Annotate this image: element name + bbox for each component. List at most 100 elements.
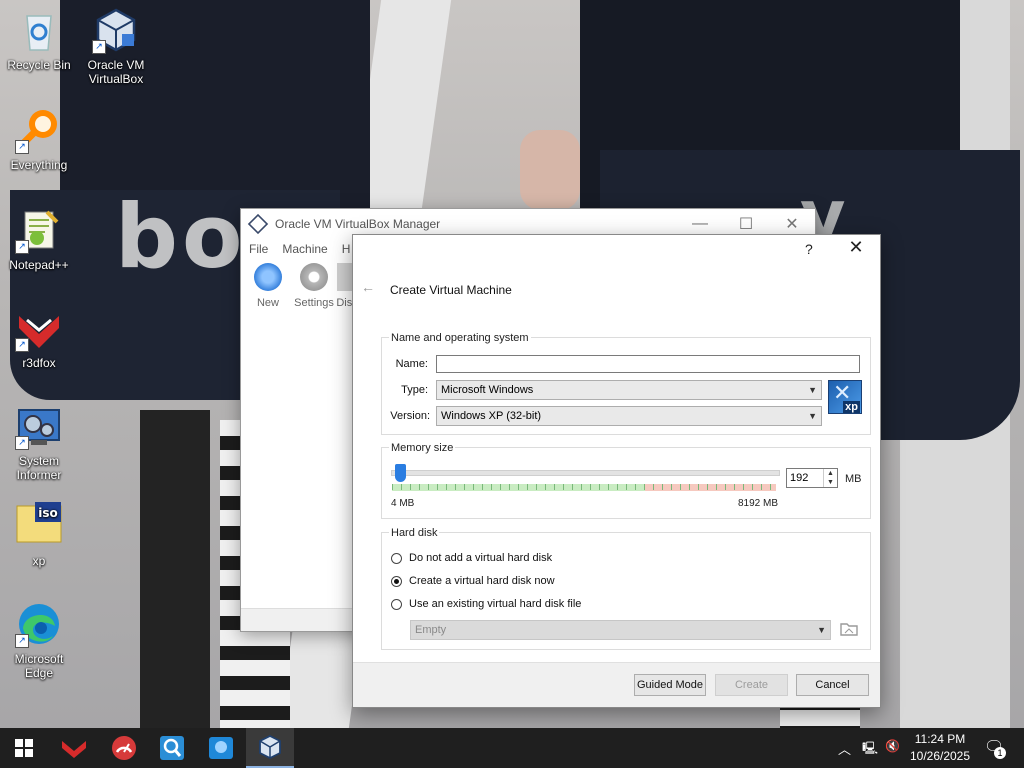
chevron-up-icon[interactable]: ︿ [838,739,851,758]
taskbar-magnifier-app[interactable] [148,728,196,768]
desktop-icon-label: Oracle VM VirtualBox [87,58,145,86]
desktop-icon-label: Microsoft Edge [14,652,64,680]
group-title: Hard disk [389,527,440,539]
taskbar-speedometer-app[interactable] [100,728,148,768]
network-icon[interactable]: 🖳 [862,739,878,760]
desktop-icon-label: xp [32,554,46,568]
spin-arrows-icon[interactable]: ▲ ▼ [823,469,837,487]
desktop-icon-r3dfox[interactable]: ↗ r3dfox [1,304,77,370]
memory-scale-ticks [392,484,776,490]
taskbar-photo-app[interactable] [197,728,245,768]
settings-button[interactable]: Settings [291,259,337,315]
radio-label: Do not add a virtual hard disk [409,552,553,564]
chevron-down-icon: ▼ [808,411,817,421]
virtualbox-icon [259,735,281,759]
group-title: Memory size [389,442,456,454]
shortcut-arrow-icon: ↗ [15,240,29,254]
radio-indicator [391,598,402,610]
new-button[interactable]: New [245,259,291,315]
desktop-icon-xp-iso[interactable]: iso xp [1,502,77,568]
existing-disk-select[interactable]: Empty ▼ [410,620,831,640]
type-select[interactable]: Microsoft Windows ▼ [436,380,822,400]
taskbar-virtualbox[interactable] [246,728,294,768]
memory-min-label: 4 MB [391,498,415,509]
shortcut-arrow-icon: ↗ [15,140,29,154]
desktop-icon-label: Everything [10,158,68,172]
existing-disk-value: Empty [415,624,447,636]
shortcut-arrow-icon: ↗ [15,436,29,450]
guided-mode-button[interactable]: Guided Mode [634,674,706,696]
desktop-icon-recycle-bin[interactable]: Recycle Bin [1,6,77,72]
memory-max-label: 8192 MB [738,498,779,509]
chevron-down-icon: ▼ [817,625,826,635]
clock-time[interactable]: 11:24 PM [906,732,974,746]
virtualbox-icon: ↗ [92,6,140,54]
desktop-icon-virtualbox[interactable]: ↗ Oracle VM VirtualBox [78,6,154,86]
desktop-icon-system-informer[interactable]: ↗ System Informer [1,402,77,482]
menu-file[interactable]: File [249,242,268,256]
version-value: Windows XP (32-bit) [441,410,542,422]
cancel-button[interactable]: Cancel [796,674,869,696]
everything-search-icon: ↗ [15,106,63,154]
dialog-close-button[interactable]: ✕ [843,237,869,258]
menu-machine[interactable]: Machine [282,242,327,256]
svg-text:iso: iso [38,506,58,520]
type-value: Microsoft Windows [441,384,534,396]
choose-disk-folder-icon[interactable] [840,621,858,637]
desktop-icon-label: Notepad++ [9,258,69,272]
volume-muted-icon[interactable]: 🔇 [885,739,900,753]
memory-slider-track[interactable] [391,470,780,476]
speedometer-icon [112,736,136,760]
new-button-label: New [256,297,279,309]
radio-label: Use an existing virtual hard disk file [409,598,582,610]
taskbar: ︿ 🖳 🔇 11:24 PM 10/26/2025 🗨 1 [0,728,1024,768]
memory-size-group: Memory size 4 MB 8192 MB 192 ▲ ▼ MB [381,442,871,519]
clock-date[interactable]: 10/26/2025 [906,749,974,763]
radio-label: Create a virtual hard disk now [409,575,555,587]
name-os-group: Name and operating system Name: Type: Mi… [381,332,871,435]
radio-indicator [391,575,402,587]
system-informer-icon: ↗ [15,402,63,450]
dialog-button-bar: Guided Mode Create Cancel [353,662,880,707]
name-field[interactable] [436,355,860,373]
radio-indicator [391,552,402,564]
new-machine-icon [254,263,282,291]
notepadpp-icon: ↗ [15,206,63,254]
dialog-heading: Create Virtual Machine [390,283,512,297]
edge-browser-icon: ↗ [15,600,63,648]
notification-badge: 1 [994,747,1006,759]
shortcut-arrow-icon: ↗ [15,338,29,352]
back-arrow-icon[interactable]: ← [361,279,375,295]
radio-no-disk[interactable]: Do not add a virtual hard disk [391,552,552,564]
memory-slider-handle[interactable] [394,464,406,482]
windows-xp-os-icon: ✕ xp [828,380,862,414]
search-icon [160,736,184,760]
desktop-icon-label: System Informer [16,454,62,482]
version-select[interactable]: Windows XP (32-bit) ▼ [436,406,822,426]
create-button[interactable]: Create [715,674,788,696]
type-label: Type: [401,384,428,396]
version-label: Version: [390,410,430,422]
photo-viewer-icon [209,737,233,759]
radio-existing-disk[interactable]: Use an existing virtual hard disk file [391,598,581,610]
memory-unit-label: MB [845,473,862,485]
start-button[interactable] [0,728,48,768]
gear-icon [300,263,328,291]
desktop-icon-notepadpp[interactable]: ↗ Notepad++ [1,206,77,272]
windows-logo-icon [15,739,33,757]
desktop-icon-everything[interactable]: ↗ Everything [1,106,77,172]
create-vm-dialog[interactable]: ? ✕ ← Create Virtual Machine Name and op… [352,234,881,708]
menu-help[interactable]: H [342,242,351,256]
shortcut-arrow-icon: ↗ [92,40,106,54]
radio-create-disk[interactable]: Create a virtual hard disk now [391,575,555,587]
machine-list[interactable] [241,315,354,631]
recycle-bin-icon [15,6,63,54]
desktop-icon-label: Recycle Bin [7,58,71,72]
desktop-icon-edge[interactable]: ↗ Microsoft Edge [1,600,77,680]
taskbar-r3dfox[interactable] [50,728,98,768]
desktop-icon-label: r3dfox [22,356,56,370]
help-button[interactable]: ? [805,241,813,257]
virtualbox-icon [247,213,269,235]
memory-spinbox[interactable]: 192 ▲ ▼ [786,468,838,488]
group-title: Name and operating system [389,332,531,344]
